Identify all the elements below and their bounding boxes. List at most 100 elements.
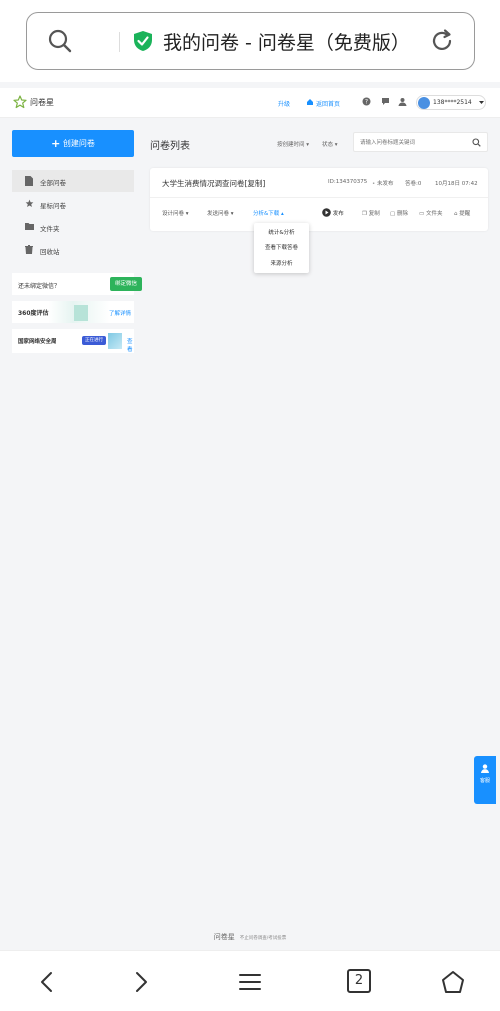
bind-wechat-button[interactable]: 绑定微信	[110, 277, 142, 291]
site-header: 问卷星 升级 返回首页 ? 138****2514	[0, 88, 500, 118]
sort-label: 按创建时间	[277, 142, 305, 148]
reload-icon[interactable]	[429, 28, 455, 54]
home-icon[interactable]	[440, 969, 466, 995]
avatar	[418, 97, 430, 109]
delete-label: 删除	[396, 211, 408, 217]
caret-up-icon: ▴	[281, 211, 284, 217]
survey-status: • 未发布	[372, 179, 394, 187]
send-survey-menu[interactable]: 发送问卷 ▾	[207, 209, 234, 217]
footer: 问卷星 不止问卷调查/考试投票	[0, 932, 500, 946]
analyze-download-dropdown: 统计&分析 查看下载答卷 来源分析	[254, 223, 309, 273]
upgrade-link[interactable]: 升级	[278, 99, 290, 108]
360-eval-banner[interactable]: 360度评估 了解详情	[12, 301, 134, 323]
caret-down-icon: ▾	[185, 211, 189, 217]
security-week-graphic	[108, 333, 122, 349]
dropdown-item-source-analysis[interactable]: 来源分析	[254, 259, 309, 267]
sidebar-item-label: 文件夹	[40, 225, 60, 233]
customer-service-icon	[481, 764, 489, 773]
publish-button[interactable]: 发布	[322, 208, 344, 217]
sidebar-item-label: 回收站	[40, 248, 60, 256]
tabs-button[interactable]: 2	[347, 969, 371, 993]
site-logo[interactable]: 问卷星	[30, 97, 54, 108]
survey-title[interactable]: 大学生消费情况调查问卷[复制]	[162, 178, 265, 189]
search-input[interactable]	[360, 137, 465, 148]
delete-button[interactable]: ▢ 删除	[390, 209, 408, 217]
status-filter-label: 状态	[322, 142, 334, 148]
send-survey-label: 发送问卷	[207, 211, 230, 217]
message-icon[interactable]	[381, 97, 390, 106]
caret-down-icon: ▾	[334, 142, 338, 148]
360-eval-graphic	[74, 305, 88, 321]
folder-label: 文件夹	[425, 211, 443, 217]
remind-button[interactable]: ⌂ 提醒	[454, 209, 470, 217]
home-icon	[307, 99, 313, 105]
card-divider	[150, 197, 488, 198]
dropdown-item-view-download[interactable]: 查看下载答卷	[254, 243, 309, 251]
sidebar-item-starred[interactable]: 星标问卷	[12, 193, 134, 215]
remind-label: 提醒	[459, 211, 471, 217]
svg-text:?: ?	[365, 99, 368, 106]
360-eval-link[interactable]: 了解详情	[109, 309, 131, 317]
page-title-in-address-bar: 我的问卷 - 问卷星（免费版）	[163, 32, 410, 54]
search-icon[interactable]	[47, 28, 73, 54]
copy-icon: ❐	[362, 211, 367, 217]
footer-tagline: 不止问卷调查/考试投票	[239, 936, 287, 941]
forward-icon[interactable]	[127, 969, 153, 995]
create-survey-label: 创建问卷	[62, 139, 95, 148]
username: 138****2514	[433, 99, 472, 106]
folder-icon: ▭	[419, 211, 425, 217]
dropdown-item-statistics[interactable]: 统计&分析	[254, 228, 309, 236]
address-bar-divider	[119, 32, 120, 52]
bell-icon: ⌂	[454, 211, 458, 217]
sidebar-item-trash[interactable]: 回收站	[12, 239, 134, 261]
document-icon	[25, 176, 33, 186]
survey-card: 大学生消费情况调查问卷[复制] ID:134370375 • 未发布 答卷:0 …	[150, 168, 488, 231]
secure-shield-icon	[134, 31, 152, 51]
browser-address-bar-area: 我的问卷 - 问卷星（免费版）	[0, 0, 500, 82]
tab-count: 2	[354, 973, 364, 988]
caret-down-icon: ▾	[230, 211, 234, 217]
browser-address-bar[interactable]: 我的问卷 - 问卷星（免费版）	[26, 12, 475, 70]
bind-wechat-banner: 还未绑定微信？ 绑定微信	[12, 273, 142, 295]
caret-down-icon	[479, 101, 484, 104]
search-icon[interactable]	[472, 138, 481, 147]
survey-status-text: 未发布	[377, 181, 394, 187]
help-icon[interactable]: ?	[362, 97, 371, 106]
security-week-text: 国家网络安全周	[18, 339, 57, 345]
survey-id: ID:134370375	[328, 179, 368, 185]
home-link[interactable]: 返回首页	[316, 99, 340, 108]
folder-icon	[25, 223, 34, 230]
360-eval-text: 360度评估	[18, 310, 49, 317]
star-icon	[25, 199, 34, 208]
user-icon[interactable]	[398, 97, 407, 106]
search-box	[353, 132, 488, 152]
sidebar-item-folders[interactable]: 文件夹	[12, 216, 134, 238]
browser-bottom-bar: 2	[0, 950, 500, 1011]
security-week-banner[interactable]: 国家网络安全周 正在进行 查看	[12, 329, 134, 353]
customer-service-button[interactable]: 客服	[474, 756, 496, 804]
logo-star-icon	[13, 95, 27, 109]
menu-icon[interactable]	[237, 969, 263, 995]
design-survey-menu[interactable]: 设计问卷 ▾	[162, 209, 189, 217]
caret-down-icon: ▾	[306, 142, 310, 148]
security-week-link[interactable]: 查看	[127, 337, 134, 353]
survey-date: 10月18日 07:42	[435, 181, 478, 187]
analyze-download-menu[interactable]: 分析&下载 ▴	[253, 209, 284, 217]
publish-icon	[322, 208, 331, 217]
folder-button[interactable]: ▭ 文件夹	[419, 209, 442, 217]
back-icon[interactable]	[35, 969, 61, 995]
analyze-download-label: 分析&下载	[253, 211, 280, 217]
copy-button[interactable]: ❐ 复制	[362, 209, 380, 217]
design-survey-label: 设计问卷	[162, 211, 185, 217]
sort-select[interactable]: 按创建时间 ▾	[277, 140, 309, 148]
account-menu[interactable]: 138****2514	[416, 95, 486, 110]
create-survey-button[interactable]: + 创建问卷	[12, 130, 134, 157]
footer-brand: 问卷星	[213, 933, 235, 941]
sidebar-item-label: 全部问卷	[40, 179, 66, 187]
status-filter[interactable]: 状态 ▾	[322, 140, 338, 148]
trash-icon	[25, 245, 33, 254]
sidebar-item-label: 星标问卷	[40, 202, 66, 210]
delete-icon: ▢	[390, 211, 396, 217]
copy-label: 复制	[368, 211, 380, 217]
sidebar-item-all-surveys[interactable]: 全部问卷	[12, 170, 134, 192]
